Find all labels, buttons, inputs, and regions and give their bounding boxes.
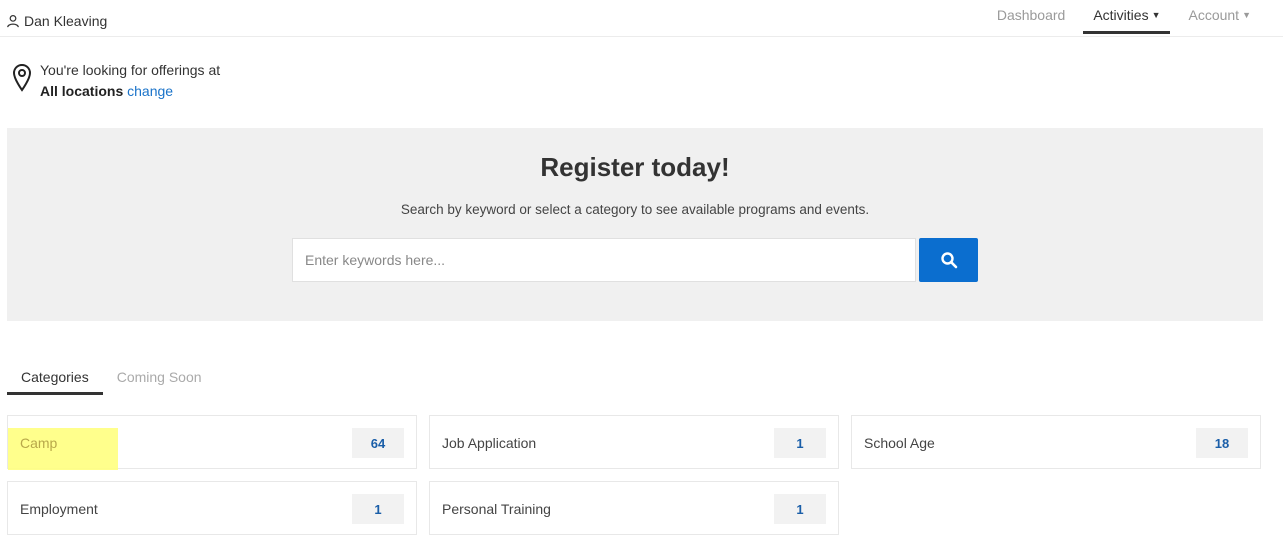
header-divider bbox=[0, 36, 1283, 37]
map-pin-icon bbox=[12, 63, 32, 92]
category-card-personal-training[interactable]: Personal Training 1 bbox=[429, 481, 839, 535]
category-card-school-age[interactable]: School Age 18 bbox=[851, 415, 1261, 469]
search-button[interactable] bbox=[919, 238, 978, 282]
nav-account-label: Account bbox=[1188, 7, 1240, 23]
nav-activities[interactable]: Activities ▼ bbox=[1083, 0, 1171, 34]
hero-subtitle: Search by keyword or select a category t… bbox=[400, 202, 870, 217]
category-card-job-application[interactable]: Job Application 1 bbox=[429, 415, 839, 469]
nav-activities-label: Activities bbox=[1093, 7, 1149, 23]
category-tabs: Categories Coming Soon bbox=[7, 358, 216, 395]
user-icon bbox=[7, 14, 19, 28]
category-count: 1 bbox=[774, 428, 826, 458]
page-title: Register today! bbox=[540, 152, 730, 182]
page: Dan Kleaving Dashboard Activities ▼ Acco… bbox=[0, 0, 1283, 535]
category-name: Employment bbox=[20, 501, 98, 517]
category-name: Job Application bbox=[442, 435, 537, 451]
search-icon bbox=[940, 252, 957, 269]
user-menu[interactable]: Dan Kleaving bbox=[6, 13, 107, 29]
top-navigation: Dashboard Activities ▼ Account ▼ bbox=[979, 0, 1261, 36]
location-value: All locations bbox=[40, 83, 124, 99]
location-line: You're looking for offerings at bbox=[40, 62, 221, 78]
hero-banner: Register today! Search by keyword or sel… bbox=[7, 128, 1263, 321]
category-name: Personal Training bbox=[442, 501, 551, 517]
nav-dashboard-label: Dashboard bbox=[996, 7, 1066, 23]
category-name: Camp bbox=[20, 435, 58, 451]
user-name: Dan Kleaving bbox=[24, 13, 108, 29]
nav-dashboard[interactable]: Dashboard bbox=[987, 0, 1076, 34]
location-info: You're looking for offerings at All loca… bbox=[12, 60, 220, 102]
category-count: 18 bbox=[1196, 428, 1248, 458]
change-location-link[interactable]: change bbox=[127, 83, 173, 99]
tab-categories[interactable]: Categories bbox=[7, 358, 103, 395]
search-input[interactable] bbox=[292, 238, 916, 282]
tab-coming-soon[interactable]: Coming Soon bbox=[103, 358, 216, 395]
search-bar bbox=[292, 238, 978, 282]
chevron-down-icon: ▼ bbox=[1151, 10, 1161, 20]
chevron-down-icon: ▼ bbox=[1242, 10, 1251, 20]
category-card-employment[interactable]: Employment 1 bbox=[7, 481, 417, 535]
nav-account[interactable]: Account ▼ bbox=[1178, 0, 1261, 34]
category-name: School Age bbox=[864, 435, 935, 451]
category-count: 1 bbox=[774, 494, 826, 524]
category-count: 64 bbox=[352, 428, 404, 458]
location-text: You're looking for offerings at All loca… bbox=[40, 60, 220, 102]
category-count: 1 bbox=[352, 494, 404, 524]
category-card-camp[interactable]: Camp 64 bbox=[7, 415, 417, 470]
